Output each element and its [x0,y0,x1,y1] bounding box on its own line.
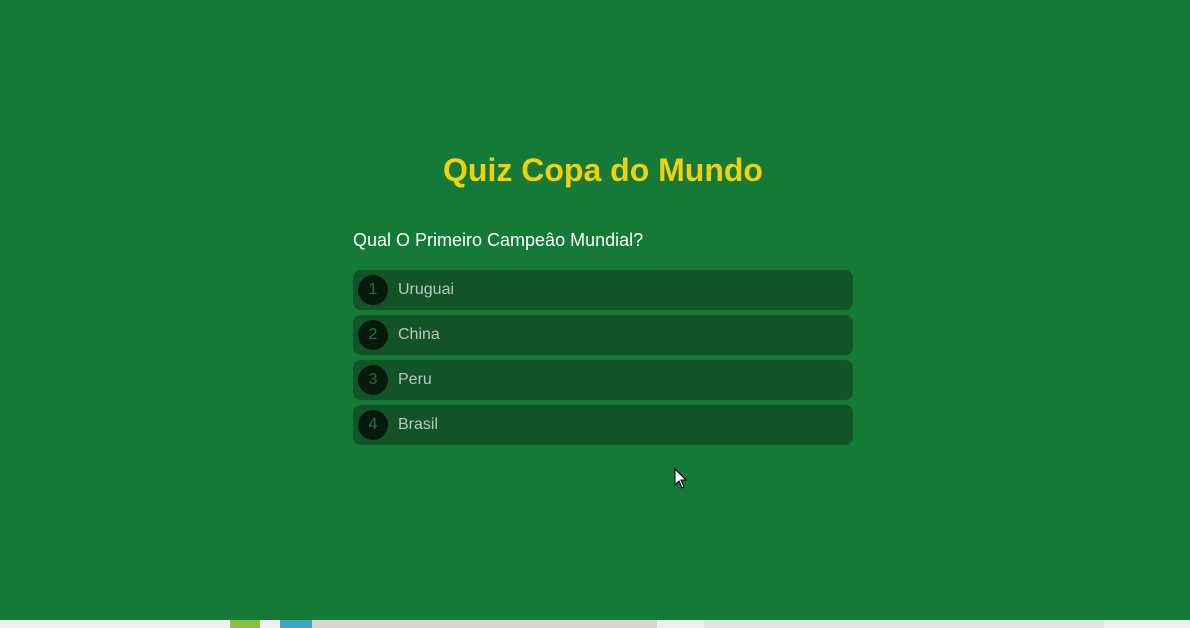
answer-option-3[interactable]: 3 Peru [353,360,853,400]
answer-option-1[interactable]: 1 Uruguai [353,270,853,310]
mouse-cursor-icon [674,468,688,489]
answer-options: 1 Uruguai 2 China 3 Peru 4 Brasil [353,270,853,450]
answer-option-2[interactable]: 2 China [353,315,853,355]
option-number: 3 [358,365,388,395]
answer-option-4[interactable]: 4 Brasil [353,405,853,445]
taskbar-app-icon[interactable] [312,620,657,628]
option-label: China [398,326,440,343]
option-number: 1 [358,275,388,305]
option-number: 2 [358,320,388,350]
option-number: 4 [358,410,388,440]
taskbar-app-icon[interactable] [280,620,312,628]
quiz-page: Quiz Copa do Mundo Qual O Primeiro Campe… [0,0,1190,628]
option-label: Peru [398,371,432,388]
option-label: Uruguai [398,281,455,298]
taskbar [0,620,1190,628]
taskbar-app-icon[interactable] [704,620,1104,628]
taskbar-app-icon[interactable] [230,620,260,628]
question-text: Qual O Primeiro Campeâo Mundial? [353,230,644,250]
quiz-container: Quiz Copa do Mundo Qual O Primeiro Campe… [353,150,853,445]
option-label: Brasil [398,416,439,433]
page-title: Quiz Copa do Mundo [443,152,763,188]
